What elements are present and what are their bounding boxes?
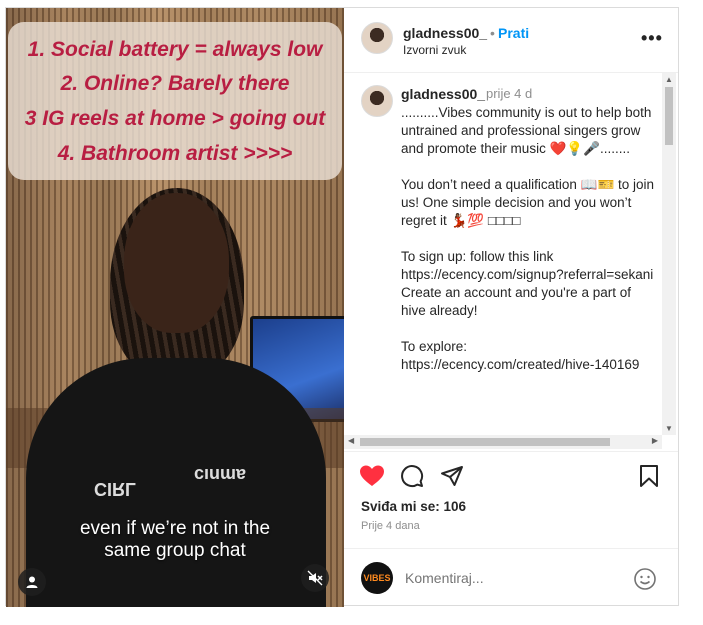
comment-spacer bbox=[401, 230, 656, 248]
mute-button[interactable] bbox=[301, 564, 329, 592]
follow-button[interactable]: Prati bbox=[498, 25, 529, 41]
emoji-button[interactable] bbox=[633, 567, 657, 596]
video-caption-line-1: even if we’re not in the bbox=[79, 518, 271, 539]
comment-time: prije 4 d bbox=[486, 86, 533, 101]
horizontal-scrollbar[interactable]: ◀ ▶ bbox=[344, 435, 662, 449]
reel-video[interactable]: CIRL cıuɯɐ 1. Social battery = always lo… bbox=[6, 8, 344, 607]
post-header: gladness00_ • Prati Izvorni zvuk ••• bbox=[344, 8, 678, 73]
person-face bbox=[124, 193, 229, 333]
person-icon bbox=[26, 576, 38, 588]
post-dialog: CIRL cıuɯɐ 1. Social battery = always lo… bbox=[5, 7, 679, 607]
author-avatar[interactable] bbox=[361, 22, 393, 54]
paper-plane-icon bbox=[441, 466, 463, 486]
overlay-line-3: 3 IG reels at home > going out bbox=[24, 107, 326, 130]
add-comment-section: VIBES bbox=[344, 548, 678, 606]
vertical-scroll-thumb[interactable] bbox=[665, 87, 673, 145]
tagged-people-button[interactable] bbox=[18, 568, 46, 596]
vertical-scrollbar[interactable]: ▲ ▼ bbox=[662, 73, 676, 435]
comment-body: ..........Vibes community is out to help… bbox=[401, 104, 656, 374]
save-button[interactable] bbox=[639, 464, 659, 493]
like-button[interactable] bbox=[359, 464, 385, 493]
person-shirt bbox=[26, 358, 326, 607]
share-button[interactable] bbox=[440, 464, 464, 493]
comment-spacer bbox=[401, 158, 656, 176]
scroll-down-icon[interactable]: ▼ bbox=[665, 424, 673, 433]
smiley-icon bbox=[634, 568, 656, 590]
post-date: Prije 4 dana bbox=[361, 520, 420, 532]
overlay-line-4: 4. Bathroom artist >>>> bbox=[57, 142, 293, 165]
comment-line: ..........Vibes community is out to help… bbox=[401, 105, 652, 156]
more-options-button[interactable]: ••• bbox=[641, 28, 663, 49]
post-side-panel: gladness00_ • Prati Izvorni zvuk ••• gla… bbox=[344, 8, 678, 605]
author-username[interactable]: gladness00_ bbox=[403, 25, 487, 41]
audio-link[interactable]: Izvorni zvuk bbox=[403, 43, 466, 57]
heart-icon bbox=[360, 465, 384, 486]
video-caption-line-2: same group chat bbox=[104, 540, 246, 561]
horizontal-scroll-thumb[interactable] bbox=[360, 438, 610, 446]
bookmark-icon bbox=[640, 465, 658, 487]
speech-bubble-icon bbox=[401, 465, 424, 488]
comment-spacer bbox=[401, 320, 656, 338]
comments-area: gladness00_ prije 4 d ..........Vibes co… bbox=[344, 73, 678, 451]
scroll-left-icon[interactable]: ◀ bbox=[348, 436, 354, 445]
comment-line: You don’t need a qualification 📖🎫 to joi… bbox=[401, 177, 655, 228]
comment-line[interactable]: To sign up: follow this link https://ece… bbox=[401, 248, 656, 284]
comment-username[interactable]: gladness00_ bbox=[401, 86, 485, 102]
muted-speaker-icon bbox=[307, 570, 323, 586]
comment-input[interactable] bbox=[405, 570, 605, 586]
likes-count[interactable]: Sviđa mi se: 106 bbox=[361, 499, 466, 514]
comment-line[interactable]: To explore: https://ecency.com/created/h… bbox=[401, 338, 656, 374]
comment-line: Create an account and you're a part of h… bbox=[401, 285, 631, 318]
overlay-line-2: 2. Online? Barely there bbox=[60, 72, 290, 95]
viewer-avatar: VIBES bbox=[361, 562, 393, 594]
comment-author-avatar[interactable] bbox=[361, 85, 393, 117]
scroll-up-icon[interactable]: ▲ bbox=[665, 75, 673, 84]
overlay-line-1: 1. Social battery = always low bbox=[27, 38, 323, 61]
shirt-text-right: cıuɯɐ bbox=[194, 463, 247, 483]
header-separator: • bbox=[490, 25, 495, 41]
comment-button[interactable] bbox=[400, 464, 424, 493]
scroll-right-icon[interactable]: ▶ bbox=[652, 436, 658, 445]
shirt-text-left: CIRL bbox=[94, 479, 136, 499]
